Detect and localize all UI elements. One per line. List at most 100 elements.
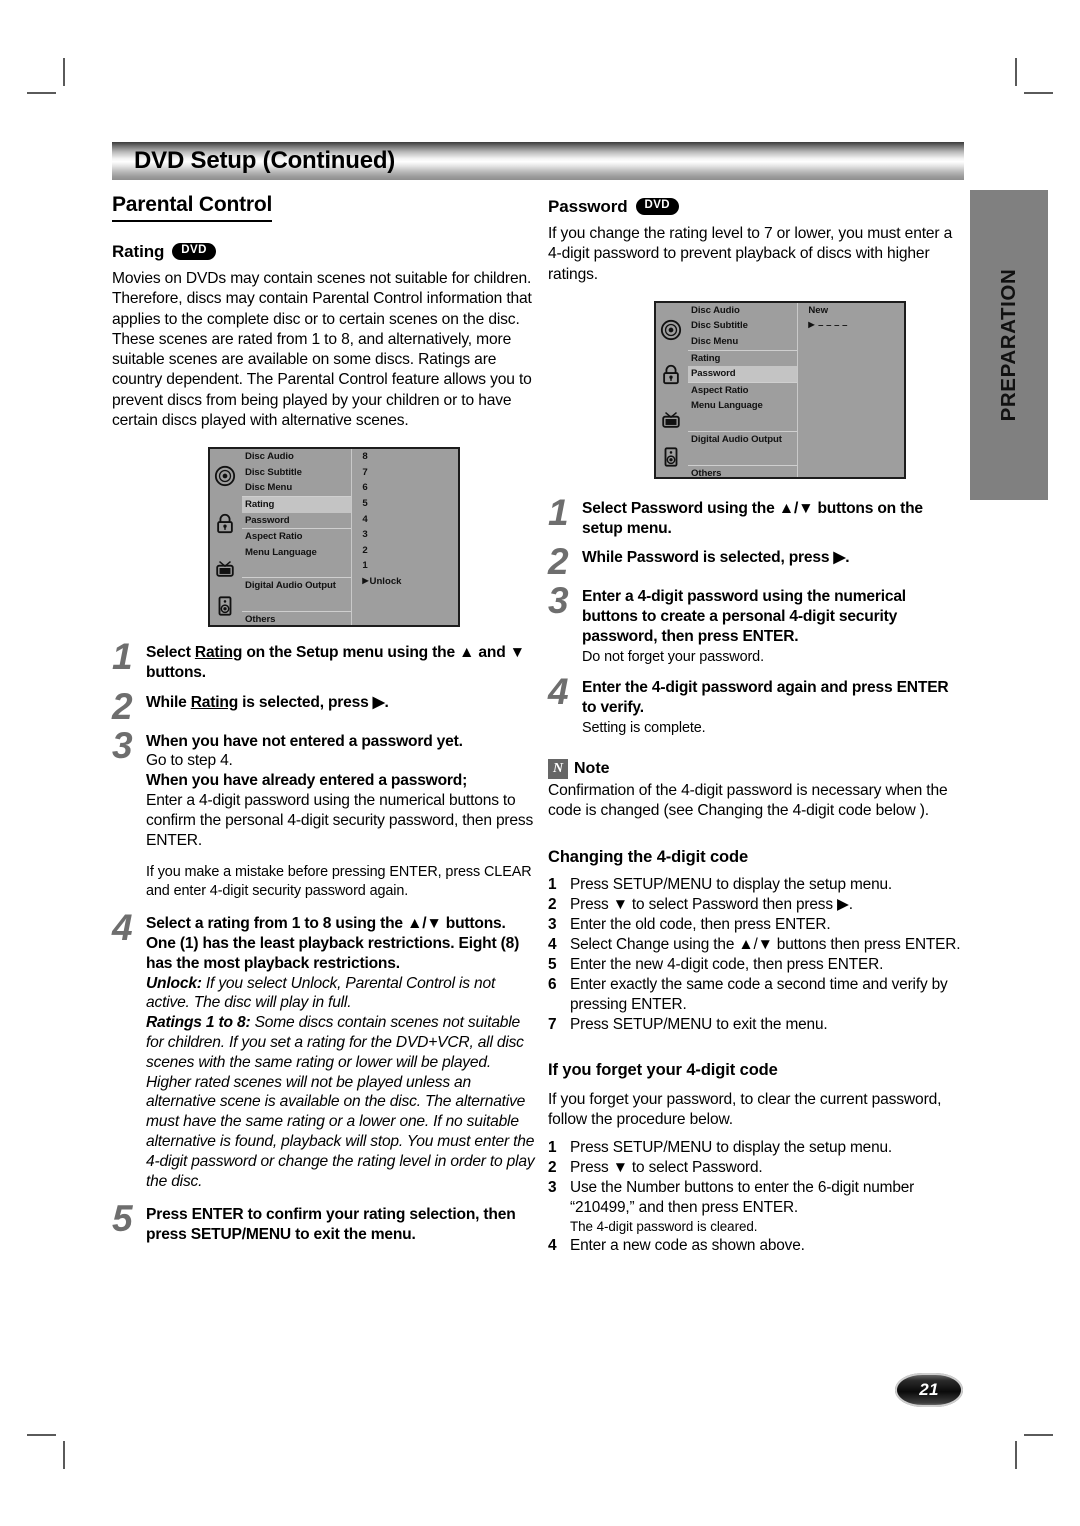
osd-row-others[interactable]: Others [688,464,798,482]
page-header-bar: DVD Setup (Continued) [112,142,964,180]
disc-icon [660,319,682,341]
list-item: Use the Number buttons to enter the 6-di… [548,1178,962,1235]
heading-forgot-code: If you forget your 4-digit code [548,1060,778,1079]
changing-code-list: Press SETUP/MENU to display the setup me… [548,875,962,1035]
step-number: 1 [548,491,569,533]
list-item: Press ▼ to select Password then press ▶. [548,895,853,915]
section-heading-parental-control: Parental Control [112,193,272,222]
osd-row-rating[interactable]: Rating [688,349,798,367]
osd-row-disc-subtitle[interactable]: Disc Subtitle [242,465,351,481]
osd-row-aspect-ratio[interactable]: Aspect Ratio [688,381,798,399]
crop-mark-bottom-right-horizontal [1024,1434,1053,1436]
heading-changing-code: Changing the 4-digit code [548,847,749,866]
osd-row-aspect-ratio[interactable]: Aspect Ratio [242,528,352,545]
lock-icon [660,363,682,385]
list-item: Enter the old code, then press ENTER. [548,915,831,935]
osd-row-disc-audio[interactable]: Disc Audio [242,449,351,465]
osd-value-1[interactable]: 1 [362,558,401,574]
list-item: Press SETUP/MENU to display the setup me… [548,1138,893,1158]
page-number-label: 21 [919,1380,939,1399]
tv-icon [214,557,236,579]
osd-value-4[interactable]: 4 [362,512,401,528]
osd-icon-column [656,303,686,477]
list-item: Press SETUP/MENU to display the setup me… [548,875,893,895]
osd-menu-rating: Disc Audio Disc Subtitle Disc Menu Rating Pa… [208,447,460,628]
osd-menu-password: Disc Audio Disc Subtitle Disc Menu Rating Pa… [654,300,906,482]
password-steps: 1 Select Password using the ▲/▼ buttons … [548,494,962,737]
step-number: 2 [112,685,133,727]
step-2: 2 While Rating is selected, press ▶. [112,688,537,725]
list-item: Select Change using the ▲/▼ buttons then… [548,935,961,955]
osd-value-5[interactable]: 5 [362,496,401,512]
step-4: 4 Select a rating from 1 to 8 using the … [112,909,537,1191]
subheading-password-label: Password [548,197,628,216]
step-number: 5 [112,1198,133,1240]
step-3: 3 Enter a 4-digit password using the num… [548,582,962,666]
step-text: When you have not entered a password yet… [146,732,534,899]
crop-mark-bottom-right-vertical [1015,1441,1017,1469]
list-item-subtext: The 4-digit password is cleared. [570,1219,758,1235]
osd-row-list: Disc Audio Disc Subtitle Disc Menu Rating Pa… [688,303,798,482]
note-title: Note [574,760,610,778]
subheading-rating-label: Rating [112,242,165,261]
step-number: 4 [548,671,569,713]
step-1: 1 Select Rating on the Setup menu using … [112,638,537,683]
osd-row-digital-audio-output[interactable]: Digital Audio Output [688,430,798,448]
osd-value-2[interactable]: 2 [362,543,401,559]
osd-row-password[interactable]: Password [688,366,798,382]
crop-mark-top-left-horizontal [27,92,56,94]
osd-value-7[interactable]: 7 [362,465,401,481]
subheading-rating: Rating DVD [112,242,537,262]
osd-value-list: 8 7 6 5 4 3 2 1 ▶Unlock [362,449,401,589]
list-item: Enter exactly the same code a second tim… [548,975,948,1013]
password-intro-paragraph: If you change the rating level to 7 or l… [548,225,953,283]
osd-value-3[interactable]: 3 [362,527,401,543]
step-number: 4 [112,907,133,949]
osd-row-rating[interactable]: Rating [242,495,352,513]
list-item: Enter the new 4-digit code, then press E… [548,955,884,975]
section-tab-preparation: PREPARATION [970,190,1048,500]
osd-row-digital-audio-output[interactable]: Digital Audio Output [242,577,352,594]
osd-value-unlock[interactable]: ▶Unlock [362,574,401,590]
rating-intro-paragraph: Movies on DVDs may contain scenes not su… [112,270,532,429]
speaker-icon [214,595,236,617]
step-text: Enter the 4-digit password again and pre… [582,679,949,736]
left-column: Parental Control Rating DVD Movies on DV… [112,193,537,1255]
tv-icon [660,408,682,430]
crop-mark-top-left-vertical [63,58,65,86]
step-number: 3 [548,580,569,622]
osd-value-new[interactable]: New [808,303,847,319]
crop-mark-top-right-vertical [1015,58,1017,86]
speaker-icon [660,446,682,468]
dvd-badge: DVD [635,197,679,215]
osd-value-8[interactable]: 8 [362,449,401,465]
selection-arrow-icon: ▶ [362,575,369,585]
note-header: N Note [548,759,962,780]
section-tab-label: PREPARATION [997,268,1020,422]
list-item: Enter a new code as shown above. [548,1236,805,1256]
osd-row-menu-language[interactable]: Menu Language [688,398,797,414]
step-number: 2 [548,541,569,583]
osd-row-menu-language[interactable]: Menu Language [242,545,351,561]
osd-row-disc-subtitle[interactable]: Disc Subtitle [688,318,797,334]
step-3: 3 When you have not entered a password y… [112,727,537,901]
osd-row-disc-menu[interactable]: Disc Menu [242,480,351,496]
step-number: 3 [112,724,133,766]
step-number: 1 [112,636,133,678]
osd-row-disc-audio[interactable]: Disc Audio [688,303,797,319]
osd-icon-column [210,449,240,625]
step-text: While Password is selected, press ▶. [582,549,850,567]
osd-value-6[interactable]: 6 [362,480,401,496]
selection-arrow-icon: ▶ [808,320,815,330]
disc-icon [214,465,236,487]
right-column: Password DVD If you change the rating le… [548,193,962,1256]
rating-steps: 1 Select Rating on the Setup menu using … [112,638,537,1245]
step-text: Select Rating on the Setup menu using th… [146,644,525,681]
osd-row-disc-menu[interactable]: Disc Menu [688,334,797,350]
osd-row-password[interactable]: Password [242,513,351,529]
osd-row-others[interactable]: Others [242,610,352,628]
page-title: DVD Setup (Continued) [134,147,396,174]
step-2: 2 While Password is selected, press ▶. [548,543,962,580]
osd-value-password-entry[interactable]: ▶ – – – – [808,318,847,334]
step-text: While Rating is selected, press ▶. [146,693,389,711]
